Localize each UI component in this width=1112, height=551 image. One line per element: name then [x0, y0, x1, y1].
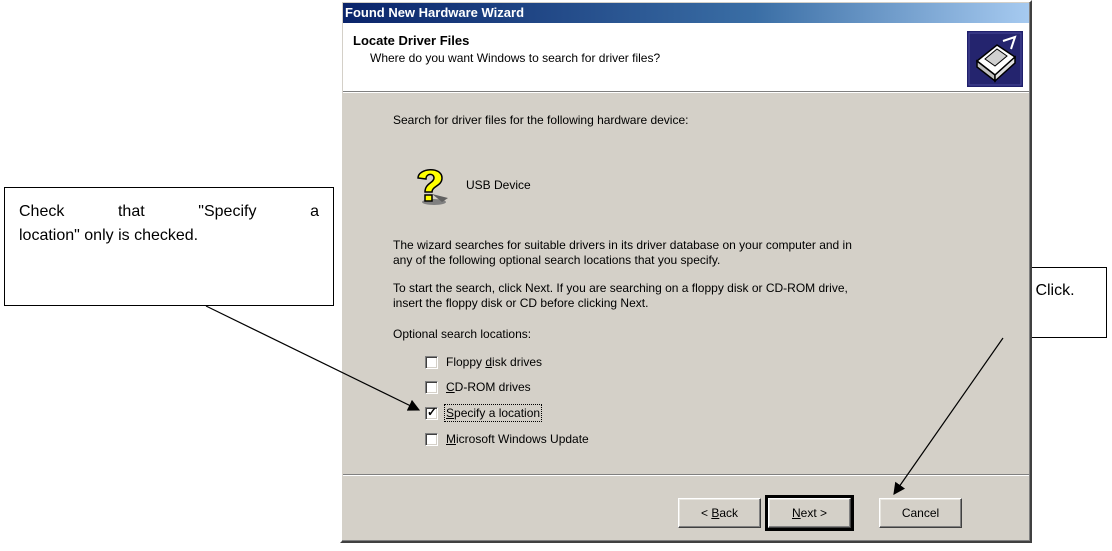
header-divider	[343, 91, 1029, 93]
question-mark-device-icon	[412, 164, 454, 208]
instruction-text: To start the search, click Next. If you …	[393, 281, 848, 295]
callout-word: "Specify	[198, 203, 257, 220]
next-button[interactable]: Next >	[765, 495, 854, 531]
callout-word: that	[117, 203, 145, 220]
callout-text: Click.	[1035, 282, 1075, 299]
page-title: Locate Driver Files	[353, 33, 470, 48]
wizard-header: Locate Driver Files Where do you want Wi…	[343, 23, 1029, 91]
checkbox-windows-update[interactable]	[425, 432, 438, 446]
option-cd-rom-drives[interactable]: CD-ROM drives	[425, 380, 531, 394]
wizard-dialog: Found New Hardware Wizard Locate Driver …	[340, 0, 1032, 543]
hardware-wizard-icon	[967, 31, 1023, 87]
option-floppy-disk-drives[interactable]: Floppy disk drives	[425, 355, 542, 369]
optional-locations-label: Optional search locations:	[393, 327, 532, 341]
option-specify-location[interactable]: ✓ Specify a location	[425, 404, 543, 422]
title-bar[interactable]: Found New Hardware Wizard	[343, 3, 1029, 23]
callout-word: a	[310, 203, 319, 220]
window-title: Found New Hardware Wizard	[345, 5, 525, 20]
checkbox-cd-rom[interactable]	[425, 380, 438, 394]
callout-word: Check	[19, 203, 65, 220]
callout-line-2: location" only is checked.	[19, 227, 199, 244]
option-label: Microsoft Windows Update	[446, 432, 589, 446]
checkbox-specify-location[interactable]: ✓	[425, 404, 438, 420]
instruction-callout-check: Check that "Specify a location" only is …	[4, 187, 334, 306]
description-text: any of the following optional search loc…	[393, 253, 721, 267]
option-windows-update[interactable]: Microsoft Windows Update	[425, 432, 589, 446]
page-subtitle: Where do you want Windows to search for …	[370, 51, 661, 65]
checkmark-icon: ✓	[427, 404, 438, 419]
callout-line-1: Check that "Specify a	[19, 200, 319, 224]
option-label: Specify a location	[443, 404, 543, 422]
checkbox-floppy[interactable]	[425, 355, 438, 369]
back-button[interactable]: < Back	[678, 498, 761, 528]
option-label: CD-ROM drives	[446, 380, 531, 394]
footer-divider	[343, 474, 1029, 476]
cancel-button[interactable]: Cancel	[879, 498, 962, 528]
option-label: Floppy disk drives	[446, 355, 543, 369]
search-for-label: Search for driver files for the followin…	[393, 113, 689, 127]
description-text: The wizard searches for suitable drivers…	[393, 238, 852, 252]
instruction-text: insert the floppy disk or CD before clic…	[393, 296, 649, 310]
device-name: USB Device	[466, 178, 531, 192]
